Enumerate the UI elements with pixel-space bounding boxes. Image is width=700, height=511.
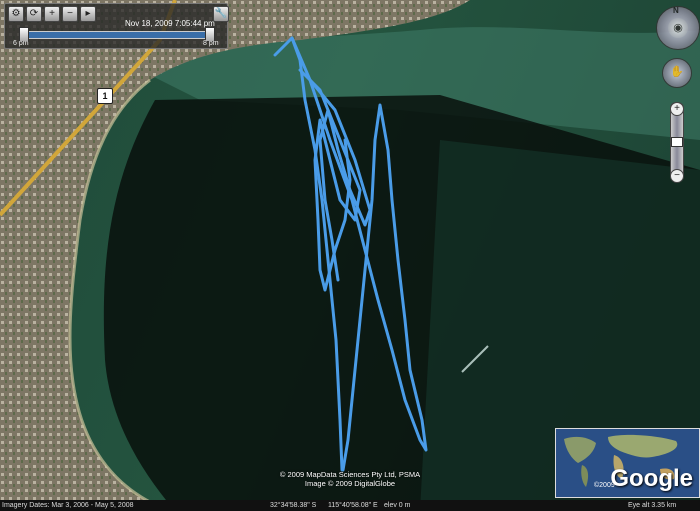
latitude-readout: 32°34'58.38" S: [270, 502, 317, 509]
zoom-in-button[interactable]: +: [670, 102, 684, 116]
google-logo: Google: [610, 465, 693, 492]
time-animate-button[interactable]: ⟳: [26, 6, 42, 22]
current-time: Nov 18, 2009 7:05:44 pm: [125, 19, 215, 28]
zoom-out-button[interactable]: −: [670, 169, 684, 183]
elevation-readout: elev 0 m: [384, 502, 411, 509]
look-icon[interactable]: ◉: [668, 18, 688, 38]
time-start-label: 6 pm: [13, 40, 29, 47]
map-view[interactable]: 1 ⚙ ⟳ + − ▸ Nov 18, 2009 7:05:44 pm 6 pm…: [0, 0, 700, 511]
wrench-icon[interactable]: 🔧: [213, 6, 229, 22]
time-slider-track[interactable]: [21, 31, 215, 39]
zoom-slider[interactable]: + −: [670, 102, 684, 183]
zoom-in-time-icon[interactable]: +: [44, 6, 60, 22]
zoom-slider-thumb[interactable]: [671, 137, 683, 147]
time-slider-panel: ⚙ ⟳ + − ▸ Nov 18, 2009 7:05:44 pm 6 pm 8…: [4, 3, 229, 49]
imagery-dates: Imagery Dates: Mar 3, 2006 - May 5, 2008: [2, 502, 134, 509]
route-marker: 1: [97, 88, 113, 104]
status-bar: Imagery Dates: Mar 3, 2006 - May 5, 2008…: [0, 500, 700, 511]
compass-control[interactable]: N ◉: [656, 6, 700, 50]
play-icon[interactable]: ▸: [80, 6, 96, 22]
north-label: N: [673, 6, 679, 15]
overview-inset[interactable]: ©2009 Google: [555, 428, 700, 498]
hand-icon[interactable]: ✋: [669, 64, 685, 80]
longitude-readout: 115°40'58.08" E: [328, 502, 378, 509]
zoom-out-time-icon[interactable]: −: [62, 6, 78, 22]
pan-control[interactable]: ✋: [662, 58, 692, 88]
time-end-label: 8 pm: [203, 40, 219, 47]
time-settings-button[interactable]: ⚙: [8, 6, 24, 22]
eye-altitude-readout: Eye alt 3.35 km: [628, 502, 677, 509]
